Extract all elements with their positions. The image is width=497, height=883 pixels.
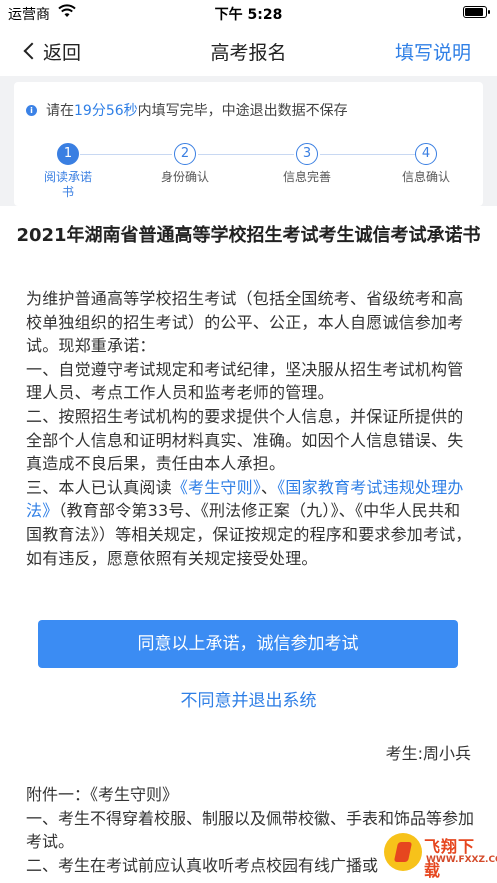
step-number: 1 — [57, 143, 79, 165]
chevron-left-icon — [23, 42, 41, 60]
instructions-link[interactable]: 填写说明 — [395, 38, 471, 65]
pledge-intro: 为维护普通高等学校招生考试（包括全国统考、省级统考和高校单独组织的招生考试）的公… — [26, 289, 464, 356]
back-label: 返回 — [43, 41, 82, 64]
notice-prefix: 请在 — [46, 103, 74, 119]
examinee-rules-link[interactable]: 《考生守则》 — [172, 478, 261, 497]
step-number: 3 — [296, 143, 318, 165]
pledge-item-3: 三、本人已认真阅读《考生守则》、《国家教育考试违规处理办法》（教育部令第33号、… — [26, 476, 474, 570]
step-label: 信息确认 — [401, 170, 450, 184]
step-info-confirm: 4 信息确认 — [386, 143, 466, 185]
step-read-pledge: 1 阅读承诺书 — [28, 143, 108, 200]
back-button[interactable]: 返回 — [22, 38, 81, 64]
pledge-item-1: 一、自觉遵守考试规定和考试纪律，坚决服从招生考试机构管理人员、考点工作人员和监考… — [26, 359, 464, 403]
pledge-text: 为维护普通高等学校招生考试（包括全国统考、省级统考和高校单独组织的招生考试）的公… — [26, 287, 474, 570]
document-title: 2021年湖南省普通高等学校招生考试考生诚信考试承诺书 — [16, 225, 481, 246]
step-identity-confirm: 2 身份确认 — [145, 143, 225, 185]
navigation-bar: 返回 高考报名 填写说明 — [0, 26, 497, 76]
status-bar: 运营商 下午 5:28 — [0, 0, 497, 26]
watermark-logo: 飞翔下载 WWW.FXXZ.COM — [384, 833, 497, 880]
watermark-badge-icon — [384, 833, 422, 871]
step-label: 信息完善 — [282, 170, 331, 184]
countdown-timer: 19分56秒 — [74, 103, 138, 119]
pledge-item-2: 二、按照招生考试机构的要求提供个人信息，并保证所提供的全部个人信息和证明材料真实… — [26, 406, 464, 474]
agree-button[interactable]: 同意以上承诺，诚信参加考试 — [38, 620, 458, 668]
step-info-complete: 3 信息完善 — [267, 143, 347, 185]
step-number: 4 — [415, 143, 437, 165]
disagree-exit-link[interactable]: 不同意并退出系统 — [0, 686, 497, 711]
watermark-url: WWW.FXXZ.COM — [426, 855, 497, 865]
pledge-item-3-suffix: （教育部令第33号、《刑法修正案（九）》、《中华人民共和国教育法》）等相关规定，… — [26, 501, 472, 568]
step-label: 阅读承诺书 — [43, 170, 92, 199]
examinee-signature: 考生:周小兵 — [385, 744, 471, 763]
notice-suffix: 内填写完毕，中途退出数据不保存 — [137, 103, 348, 119]
time-limit-notice: i 请在 19分56秒 内填写完毕，中途退出数据不保存 — [26, 100, 348, 120]
step-indicator: 1 阅读承诺书 2 身份确认 3 信息完善 4 信息确认 — [14, 140, 483, 200]
pledge-item-3-prefix: 三、本人已认真阅读 — [26, 477, 172, 497]
clock: 下午 5:28 — [214, 7, 283, 23]
step-number: 2 — [174, 143, 196, 165]
step-label: 身份确认 — [160, 170, 209, 184]
pledge-separator: 、 — [261, 477, 278, 497]
appendix-heading: 附件一：《考生守则》 — [26, 785, 179, 804]
info-icon: i — [26, 104, 37, 116]
battery-icon — [463, 6, 490, 18]
